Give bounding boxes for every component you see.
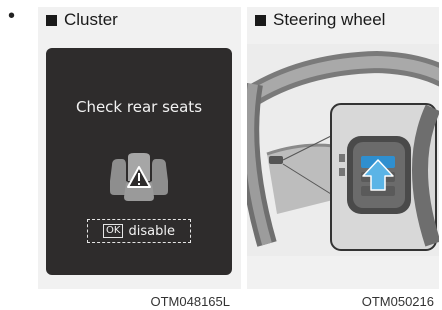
cluster-figure-code: OTM048165L bbox=[150, 294, 231, 309]
square-bullet-icon bbox=[46, 14, 57, 26]
cluster-display: Check rear seats OK disable bbox=[46, 48, 232, 275]
bullet: • bbox=[8, 5, 16, 27]
steering-wheel-icon bbox=[247, 44, 439, 256]
steering-figure-code: OTM050216 bbox=[361, 294, 434, 309]
steering-panel: Steering wheel bbox=[247, 7, 439, 289]
steering-wheel-illustration bbox=[247, 44, 439, 256]
square-bullet-icon bbox=[255, 14, 266, 26]
steering-heading-label: Steering wheel bbox=[273, 10, 386, 29]
cluster-heading: Cluster bbox=[46, 10, 118, 30]
cluster-message: Check rear seats bbox=[75, 98, 203, 116]
disable-label: disable bbox=[128, 223, 175, 239]
rear-seat-warning-icon bbox=[110, 153, 168, 201]
steering-heading: Steering wheel bbox=[255, 10, 385, 30]
cluster-panel: Cluster Check rear seats OK disable bbox=[38, 7, 241, 289]
cluster-heading-label: Cluster bbox=[64, 10, 118, 29]
rear-seat-alert-figure: • Cluster Check rear seats OK disable St… bbox=[0, 0, 442, 310]
ok-key: OK bbox=[103, 224, 124, 238]
ok-disable-prompt: OK disable bbox=[87, 219, 191, 243]
